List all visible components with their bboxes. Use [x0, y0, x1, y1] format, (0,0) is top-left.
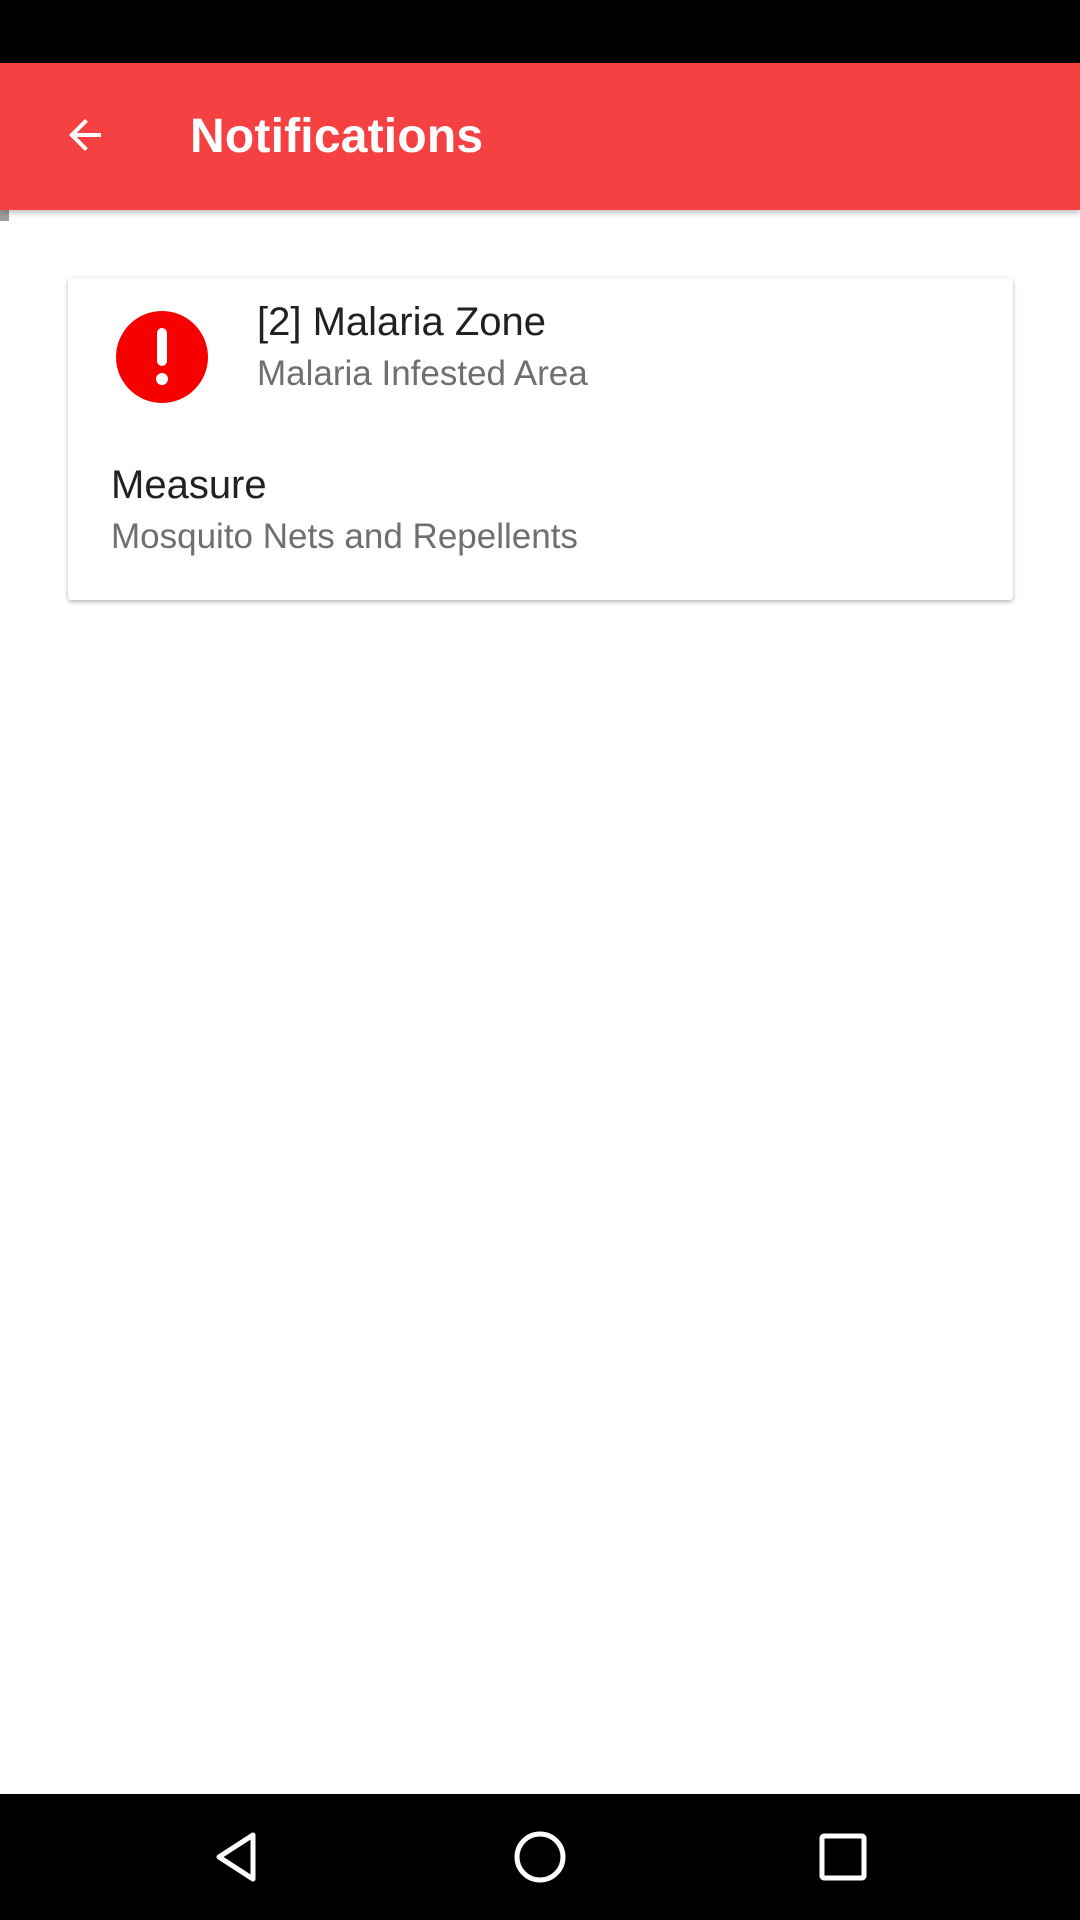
back-button[interactable] [43, 93, 127, 177]
exclamation-circle-icon [116, 311, 208, 403]
nav-home-button[interactable] [500, 1817, 580, 1897]
notification-card[interactable]: [2] Malaria Zone Malaria Infested Area M… [68, 278, 1013, 600]
triangle-back-icon [216, 1832, 256, 1882]
arrow-left-icon [69, 119, 101, 151]
page-title: Notifications [190, 110, 484, 163]
notification-title: [2] Malaria Zone [257, 300, 547, 344]
square-recents-icon [819, 1833, 867, 1881]
scroll-indicator [0, 210, 9, 221]
navigation-bar [0, 1794, 1080, 1920]
nav-recents-button[interactable] [803, 1817, 883, 1897]
nav-back-button[interactable] [197, 1817, 277, 1897]
notification-subtitle: Malaria Infested Area [257, 354, 588, 393]
screen: Notifications [2] Malaria Zone Malaria I… [0, 0, 1080, 1920]
measure-label: Measure [111, 463, 267, 507]
circle-home-icon [514, 1831, 566, 1883]
app-bar: Notifications [0, 63, 1080, 210]
status-bar [0, 0, 1080, 63]
measure-value: Mosquito Nets and Repellents [111, 517, 578, 556]
